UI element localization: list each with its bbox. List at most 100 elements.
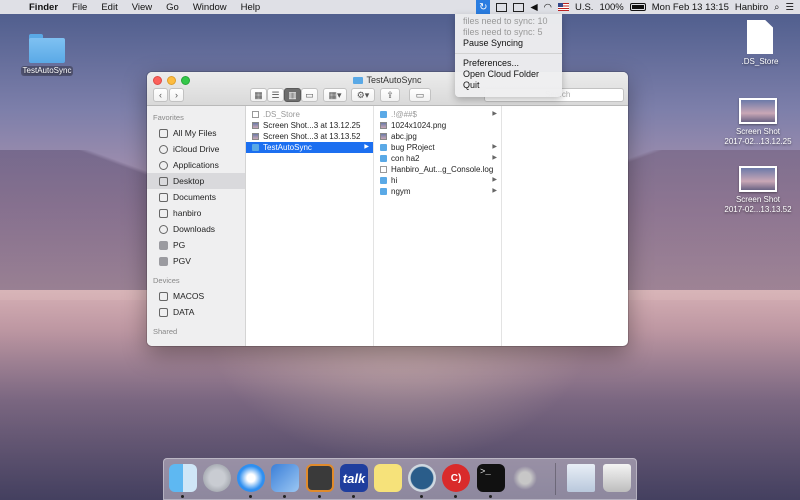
finder-column-1: .DS_Store Screen Shot...3 at 13.12.25 Sc… bbox=[246, 106, 374, 346]
talk-dock-icon[interactable]: talk bbox=[340, 464, 368, 492]
pause-syncing-item[interactable]: Pause Syncing bbox=[455, 38, 562, 49]
running-indicator bbox=[352, 495, 355, 498]
sidebar-item-downloads[interactable]: Downloads bbox=[147, 221, 245, 237]
file-row[interactable]: .DS_Store bbox=[246, 109, 373, 120]
safari-dock-icon[interactable] bbox=[237, 464, 265, 492]
list-view-button[interactable]: ☰ bbox=[267, 88, 284, 102]
sourcetree-dock-icon[interactable] bbox=[408, 464, 436, 492]
running-indicator bbox=[283, 495, 286, 498]
sync-menu: files need to sync: 10 files need to syn… bbox=[455, 14, 562, 97]
folder-row[interactable]: .!@##$ ▶ bbox=[374, 109, 501, 120]
sync-status-line-1: files need to sync: 10 bbox=[463, 16, 548, 26]
input-source-label[interactable]: U.S. bbox=[575, 2, 593, 13]
terminal-dock-icon[interactable]: >_ bbox=[477, 464, 505, 492]
hard-disk-icon bbox=[159, 291, 168, 301]
adobe-icon[interactable] bbox=[496, 2, 508, 12]
folder-icon bbox=[380, 155, 387, 162]
sidebar-item-all-my-files[interactable]: All My Files bbox=[147, 125, 245, 141]
folder-row[interactable]: con ha2 ▶ bbox=[374, 153, 501, 164]
sidebar-item-macos[interactable]: MACOS bbox=[147, 288, 245, 304]
us-flag-icon[interactable] bbox=[557, 3, 569, 11]
screenshot-thumbnail-icon bbox=[739, 166, 777, 192]
running-indicator bbox=[420, 495, 423, 498]
menu-view[interactable]: View bbox=[125, 2, 159, 13]
file-row[interactable]: Screen Shot...3 at 13.13.52 bbox=[246, 131, 373, 142]
menu-go[interactable]: Go bbox=[159, 2, 186, 13]
desktop-screenshot-2[interactable]: Screen Shot 2017-02...13.13.52 bbox=[718, 166, 798, 215]
action-gear-button[interactable]: ⚙▾ bbox=[351, 88, 375, 102]
sidebar-item-pg[interactable]: PG bbox=[147, 237, 245, 253]
menu-edit[interactable]: Edit bbox=[94, 2, 124, 13]
sync-status-icon[interactable]: ↻ bbox=[476, 0, 491, 14]
desktop-file-ds-store[interactable]: .DS_Store bbox=[728, 20, 792, 67]
xcode-dock-icon[interactable] bbox=[271, 464, 299, 492]
menu-file[interactable]: File bbox=[65, 2, 94, 13]
sidebar-item-icloud-drive[interactable]: iCloud Drive bbox=[147, 141, 245, 157]
launchpad-dock-icon[interactable] bbox=[203, 464, 231, 492]
clock[interactable]: Mon Feb 13 13:15 bbox=[652, 2, 729, 13]
folder-icon bbox=[159, 256, 168, 266]
wifi-icon[interactable]: ◠ bbox=[544, 2, 552, 13]
menu-bar: Finder File Edit View Go Window Help ↻ ◀… bbox=[0, 0, 800, 14]
disclosure-arrow-icon: ▶ bbox=[364, 144, 369, 150]
desktop-folder-testautosync[interactable]: TestAutoSync bbox=[14, 32, 80, 76]
image-icon bbox=[380, 133, 387, 140]
menu-app-name[interactable]: Finder bbox=[22, 2, 65, 13]
battery-icon[interactable] bbox=[629, 3, 646, 11]
arrange-button[interactable]: ▦▾ bbox=[323, 88, 347, 102]
sidebar-devices-header: Devices bbox=[153, 276, 180, 285]
folder-row-selected[interactable]: TestAutoSync ▶ bbox=[246, 142, 373, 153]
column-view-button[interactable]: ▥ bbox=[284, 88, 301, 102]
finder-sidebar: Favorites All My Files iCloud Drive Appl… bbox=[147, 106, 246, 346]
keychain-dock-icon[interactable] bbox=[511, 464, 539, 492]
file-row[interactable]: abc.jpg bbox=[374, 131, 501, 142]
quit-item[interactable]: Quit bbox=[455, 80, 562, 91]
volume-icon[interactable]: ◀ bbox=[530, 2, 537, 13]
folder-icon bbox=[28, 32, 66, 64]
sidebar-item-desktop[interactable]: Desktop bbox=[147, 173, 245, 189]
open-cloud-folder-item[interactable]: Open Cloud Folder bbox=[455, 69, 562, 80]
disclosure-arrow-icon: ▶ bbox=[492, 177, 497, 183]
forward-button[interactable]: › bbox=[169, 88, 184, 102]
image-icon bbox=[252, 133, 259, 140]
file-row[interactable]: Hanbiro_Aut...g_Console.log bbox=[374, 164, 501, 175]
spotlight-search-icon[interactable]: ⌕ bbox=[774, 2, 779, 13]
user-name[interactable]: Hanbiro bbox=[735, 2, 768, 13]
menu-help[interactable]: Help bbox=[234, 2, 268, 13]
document-icon bbox=[380, 166, 387, 173]
sublime-text-dock-icon[interactable] bbox=[306, 464, 334, 492]
desktop-icon bbox=[159, 176, 168, 186]
desktop-screenshot-1[interactable]: Screen Shot 2017-02...13.12.25 bbox=[718, 98, 798, 147]
folder-icon bbox=[380, 177, 387, 184]
folder-row[interactable]: bug PRoject ▶ bbox=[374, 142, 501, 153]
airplay-icon[interactable] bbox=[513, 2, 525, 12]
preferences-item[interactable]: Preferences... bbox=[455, 58, 562, 69]
sidebar-item-hanbiro[interactable]: hanbiro bbox=[147, 205, 245, 221]
menu-window[interactable]: Window bbox=[186, 2, 234, 13]
icon-view-button[interactable]: ▦ bbox=[250, 88, 267, 102]
sidebar-item-applications[interactable]: Applications bbox=[147, 157, 245, 173]
battery-percent[interactable]: 100% bbox=[599, 2, 623, 13]
tags-button[interactable]: ▭ bbox=[409, 88, 431, 102]
sidebar-item-documents[interactable]: Documents bbox=[147, 189, 245, 205]
trash-icon[interactable] bbox=[603, 464, 631, 492]
back-button[interactable]: ‹ bbox=[153, 88, 168, 102]
desktop-screenshot-2-label: Screen Shot 2017-02...13.13.52 bbox=[724, 195, 792, 214]
file-row[interactable]: 1024x1024.png bbox=[374, 120, 501, 131]
notification-center-icon[interactable]: ☰ bbox=[785, 2, 794, 13]
sidebar-item-data[interactable]: DATA bbox=[147, 304, 245, 320]
sidebar-favorites-header: Favorites bbox=[153, 113, 184, 122]
cover-flow-button[interactable]: ▭ bbox=[301, 88, 318, 102]
preview-dock-icon[interactable] bbox=[567, 464, 595, 492]
stickies-dock-icon[interactable] bbox=[374, 464, 402, 492]
documents-icon bbox=[159, 192, 168, 202]
cloud-sync-dock-icon[interactable]: C) bbox=[442, 464, 470, 492]
folder-row[interactable]: hi ▶ bbox=[374, 175, 501, 186]
screenshot-thumbnail-icon bbox=[739, 98, 777, 124]
dock-separator bbox=[555, 463, 556, 495]
folder-row[interactable]: ngym ▶ bbox=[374, 186, 501, 197]
sidebar-item-pgv[interactable]: PGV bbox=[147, 253, 245, 269]
share-button[interactable]: ⇪ bbox=[380, 88, 400, 102]
file-row[interactable]: Screen Shot...3 at 13.12.25 bbox=[246, 120, 373, 131]
finder-dock-icon[interactable] bbox=[169, 464, 197, 492]
